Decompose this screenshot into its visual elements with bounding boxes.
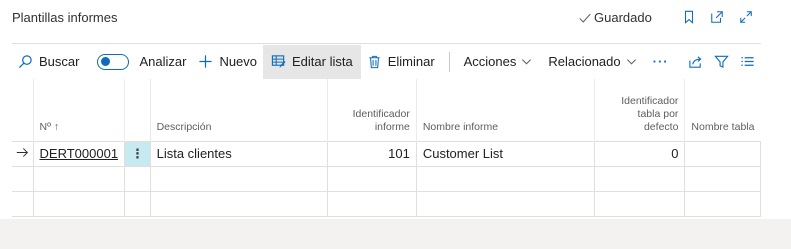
actions-label: Acciones	[463, 54, 517, 69]
row-indicator-header	[12, 79, 33, 141]
table-cell[interactable]	[149, 190, 329, 217]
search-icon	[18, 55, 32, 69]
row-indicator	[12, 190, 34, 217]
column-header-no[interactable]: Nº ↑	[32, 79, 125, 141]
more-options-button[interactable]: ···	[647, 45, 675, 79]
cell-table-name[interactable]	[684, 140, 761, 167]
arrow-right-icon	[16, 147, 28, 157]
data-grid: Nº ↑ Descripción Identificador informe N…	[12, 79, 761, 219]
cell-description[interactable]: Lista clientes	[149, 140, 329, 167]
delete-label: Eliminar	[387, 54, 435, 69]
cell-default-table-id[interactable]: 0	[593, 140, 686, 167]
table-cell[interactable]	[124, 190, 151, 217]
table-header-row: Nº ↑ Descripción Identificador informe N…	[12, 79, 761, 141]
cell-no[interactable]: DERT000001	[32, 140, 126, 167]
bookmark-icon[interactable]	[681, 9, 697, 25]
table-cell[interactable]	[32, 165, 126, 192]
table-row[interactable]	[12, 190, 761, 217]
row-menu-header	[124, 79, 151, 141]
table-cell[interactable]	[415, 190, 596, 217]
delete-button[interactable]: Eliminar	[361, 45, 441, 79]
new-button[interactable]: Nuevo	[192, 45, 263, 79]
saved-status-label: Guardado	[594, 10, 652, 25]
analyze-label: Analizar	[139, 54, 187, 69]
table-cell[interactable]	[32, 190, 126, 217]
page-title: Plantillas informes	[12, 10, 118, 25]
actions-menu[interactable]: Acciones	[458, 45, 539, 79]
open-new-window-icon[interactable]	[709, 9, 725, 25]
edit-list-icon	[271, 55, 286, 69]
table-cell[interactable]	[593, 165, 686, 192]
column-header-report-id[interactable]: Identificador informe	[327, 79, 417, 141]
expand-icon[interactable]	[738, 9, 754, 25]
search-button[interactable]: Buscar	[12, 45, 85, 79]
table-cell[interactable]	[593, 190, 686, 217]
footer-band	[0, 219, 791, 249]
chevron-down-icon	[522, 59, 532, 65]
column-header-description[interactable]: Descripción	[149, 79, 328, 141]
table-row[interactable]: DERT000001 ⋮ Lista clientes 101 Customer…	[12, 140, 761, 167]
chevron-down-icon	[626, 59, 636, 65]
search-label: Buscar	[39, 54, 80, 69]
filter-icon[interactable]	[709, 45, 735, 79]
cell-report-name[interactable]: Customer List	[415, 140, 596, 167]
table-cell[interactable]	[327, 165, 417, 192]
toggle-switch-icon	[97, 53, 130, 70]
checkmark-icon	[579, 13, 591, 23]
title-bar: Plantillas informes Guardado	[0, 0, 791, 36]
edit-list-button[interactable]: Editar lista	[263, 44, 361, 79]
trash-icon	[369, 55, 380, 69]
table-cell[interactable]	[415, 165, 596, 192]
list-view-icon[interactable]	[735, 45, 761, 79]
new-label: Nuevo	[219, 54, 258, 69]
column-header-report-name[interactable]: Nombre informe	[415, 79, 595, 141]
action-bar: Buscar Analizar Nuevo Editar lista Elimi…	[12, 43, 761, 79]
row-indicator	[12, 140, 34, 167]
column-header-default-table-id[interactable]: Identificador tabla por defecto	[593, 79, 685, 141]
table-cell[interactable]	[124, 165, 151, 192]
row-menu-button[interactable]: ⋮	[124, 140, 151, 167]
share-icon[interactable]	[683, 45, 709, 79]
analyze-toggle[interactable]: Analizar	[91, 45, 192, 79]
toolbar-divider	[448, 51, 450, 72]
cell-report-id[interactable]: 101	[327, 140, 417, 167]
column-header-table-name[interactable]: Nombre tabla	[684, 79, 761, 141]
table-cell[interactable]	[684, 190, 761, 217]
row-indicator	[12, 165, 34, 192]
saved-status: Guardado	[578, 10, 652, 25]
table-cell[interactable]	[327, 190, 417, 217]
edit-list-label: Editar lista	[292, 54, 353, 69]
report-templates-table: Nº ↑ Descripción Identificador informe N…	[12, 79, 761, 217]
plus-icon	[199, 55, 213, 68]
table-cell[interactable]	[149, 165, 329, 192]
related-menu[interactable]: Relacionado	[542, 45, 642, 79]
related-label: Relacionado	[548, 54, 621, 69]
table-row[interactable]	[12, 165, 761, 192]
table-cell[interactable]	[684, 165, 761, 192]
record-no-link[interactable]: DERT000001	[40, 146, 119, 161]
